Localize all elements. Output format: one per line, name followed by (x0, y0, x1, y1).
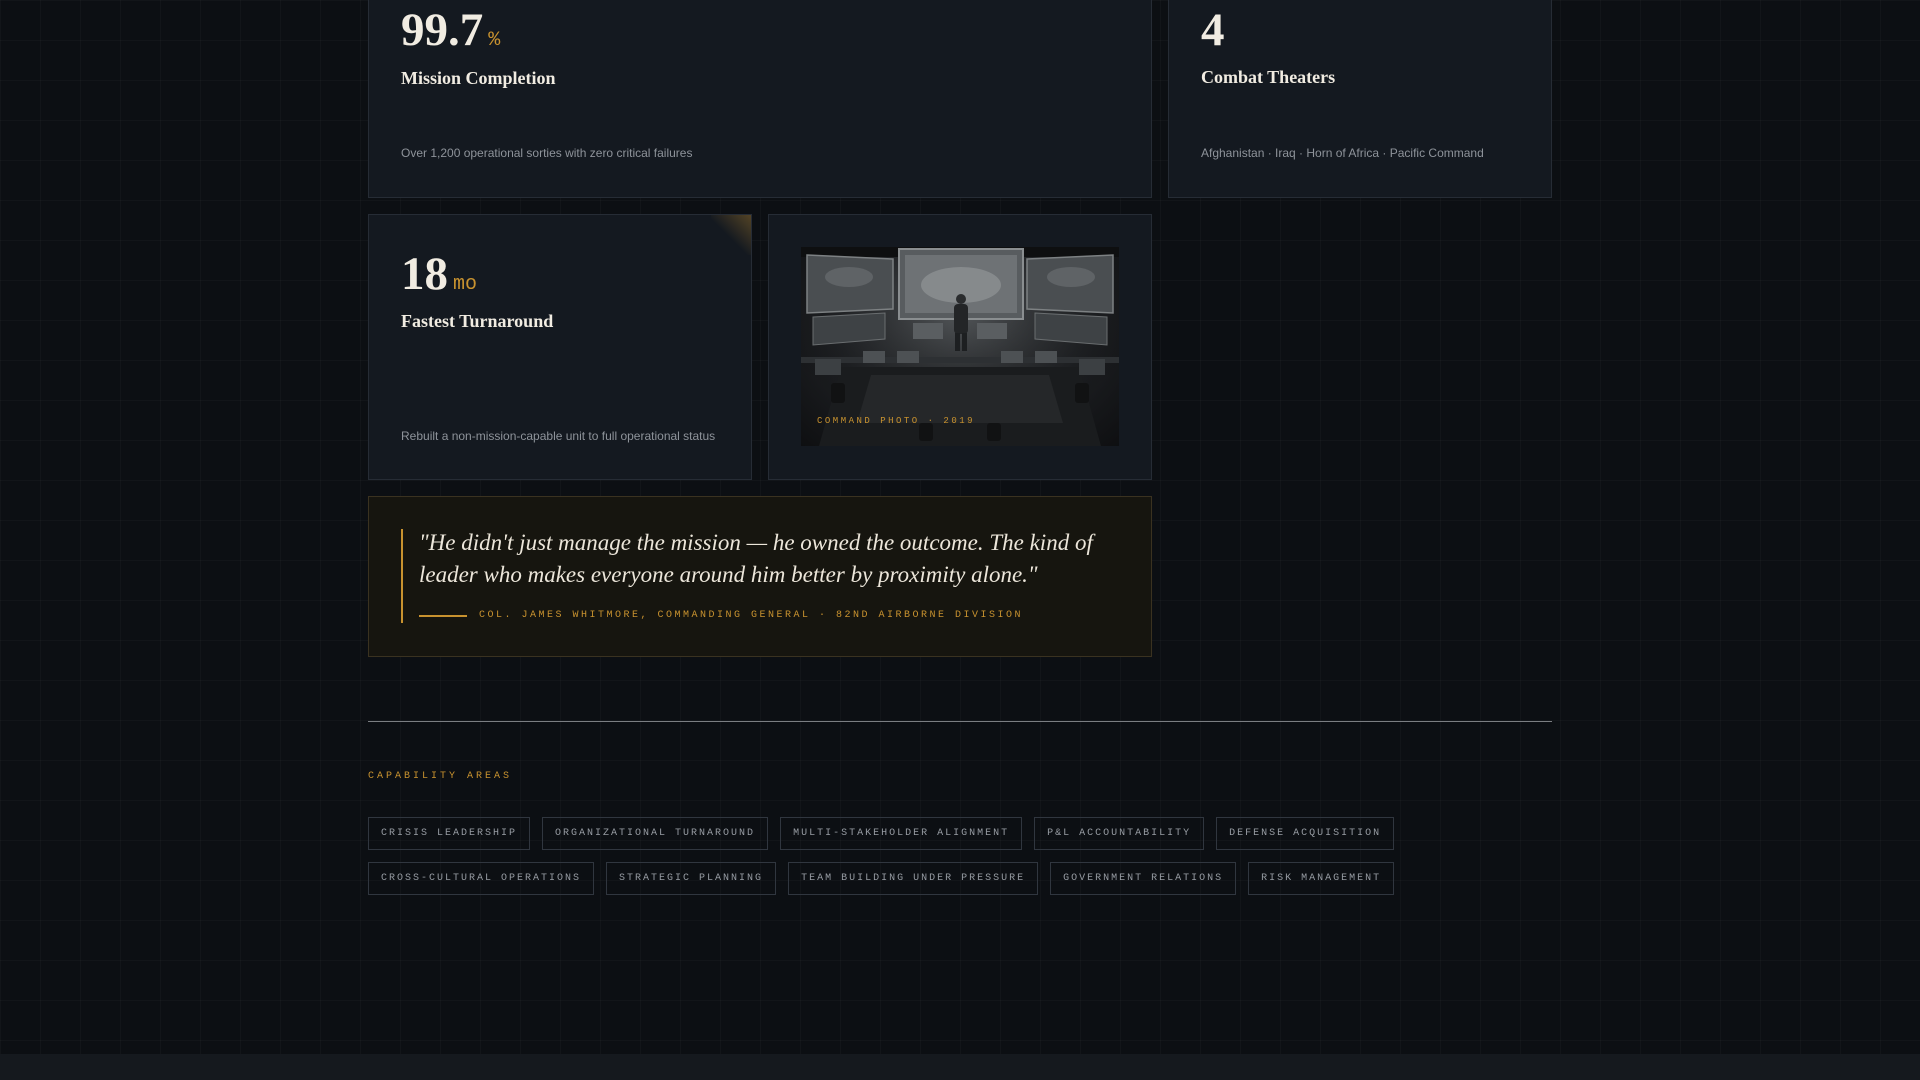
capability-tag[interactable]: RISK MANAGEMENT (1248, 862, 1395, 895)
capability-areas-heading: CAPABILITY AREAS (368, 771, 513, 782)
citation-rule (419, 615, 467, 617)
stat-unit: % (488, 29, 501, 52)
stat-number: 18 (401, 248, 448, 300)
capability-tag[interactable]: CROSS-CULTURAL OPERATIONS (368, 862, 595, 895)
capability-tag[interactable]: CRISIS LEADERSHIP (368, 817, 531, 850)
capability-tag[interactable]: GOVERNMENT RELATIONS (1050, 862, 1237, 895)
testimonial-citation: COL. JAMES WHITMORE, COMMANDING GENERAL … (479, 610, 1024, 621)
command-photo: COMMAND PHOTO · 2019 (801, 247, 1119, 446)
capability-tag[interactable]: ORGANIZATIONAL TURNAROUND (542, 817, 769, 850)
stat-card-mission-completion: 99.7% Mission Completion Over 1,200 oper… (368, 0, 1152, 198)
capability-tag[interactable]: MULTI-STAKEHOLDER ALIGNMENT (780, 817, 1023, 850)
corner-accent (711, 215, 751, 255)
photo-card: COMMAND PHOTO · 2019 (768, 214, 1152, 480)
stat-unit: mo (453, 273, 478, 296)
stat-description: Rebuilt a non-mission-capable unit to fu… (401, 429, 716, 443)
capability-tag[interactable]: P&L ACCOUNTABILITY (1034, 817, 1205, 850)
capability-tag[interactable]: TEAM BUILDING UNDER PRESSURE (788, 862, 1039, 895)
testimonial-card: "He didn't just manage the mission — he … (368, 496, 1152, 657)
stat-title: Mission Completion (401, 68, 556, 88)
photo-caption: COMMAND PHOTO · 2019 (817, 416, 976, 426)
stat-title: Fastest Turnaround (401, 311, 554, 331)
stat-card-combat-theaters: 4 Combat Theaters Afghanistan · Iraq · H… (1168, 0, 1552, 198)
capability-tag[interactable]: STRATEGIC PLANNING (606, 862, 777, 895)
stat-title: Combat Theaters (1201, 67, 1336, 87)
stat-number: 99.7 (401, 4, 484, 56)
quote-accent-bar (401, 529, 403, 623)
stat-card-fastest-turnaround: 18 mo Fastest Turnaround Rebuilt a non-mi… (368, 214, 752, 480)
stat-value: 4 (1201, 7, 1225, 54)
stat-description: Over 1,200 operational sorties with zero… (401, 146, 693, 160)
capability-tags-row-2: CROSS-CULTURAL OPERATIONS STRATEGIC PLAN… (368, 862, 1395, 895)
capability-tags-row-1: CRISIS LEADERSHIP ORGANIZATIONAL TURNARO… (368, 817, 1395, 850)
testimonial-quote: "He didn't just manage the mission — he … (419, 530, 1093, 587)
stat-value: 18 mo (401, 251, 477, 298)
page-footer-edge (0, 1054, 1920, 1080)
stat-value: 99.7% (401, 7, 500, 54)
section-divider (368, 721, 1552, 722)
capability-tag[interactable]: DEFENSE ACQUISITION (1216, 817, 1395, 850)
stat-description: Afghanistan · Iraq · Horn of Africa · Pa… (1201, 146, 1484, 160)
stat-number: 4 (1201, 4, 1225, 56)
